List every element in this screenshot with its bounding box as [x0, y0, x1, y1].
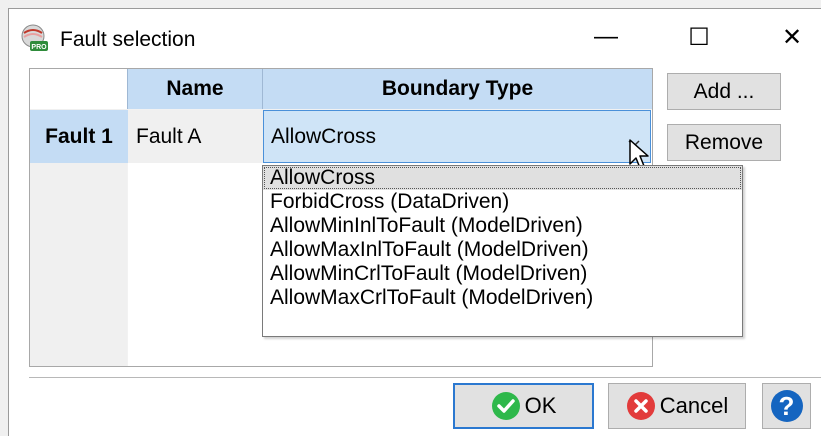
- ok-button[interactable]: OK: [453, 383, 594, 429]
- list-item-allowcross[interactable]: AllowCross: [263, 166, 742, 190]
- column-header-name[interactable]: Name: [128, 69, 263, 109]
- window-border-left: [8, 8, 9, 436]
- close-icon: ✕: [781, 23, 803, 51]
- remove-button[interactable]: Remove: [667, 124, 781, 161]
- row-header-fault-1[interactable]: Fault 1: [30, 110, 128, 163]
- list-item-forbidcross[interactable]: ForbidCross (DataDriven): [263, 190, 742, 214]
- cancel-label: Cancel: [659, 393, 729, 418]
- maximize-icon: ☐: [688, 23, 710, 51]
- help-icon: ?: [770, 389, 804, 423]
- add-button[interactable]: Add ...: [667, 73, 781, 110]
- list-item-allowmaxcrltofault[interactable]: AllowMaxCrlToFault (ModelDriven): [263, 286, 742, 310]
- list-item-allowmaxinltofault[interactable]: AllowMaxInlToFault (ModelDriven): [263, 238, 742, 262]
- boundary-type-value: AllowCross: [271, 124, 377, 148]
- bottom-divider: [29, 377, 821, 378]
- help-label: ?: [778, 391, 795, 421]
- boundary-type-dropdown-list[interactable]: AllowCross ForbidCross (DataDriven) Allo…: [262, 165, 743, 337]
- list-item-allowmincrltofault[interactable]: AllowMinCrlToFault (ModelDriven): [263, 262, 742, 286]
- pro-app-icon: PRO: [19, 24, 49, 52]
- ok-label: OK: [524, 393, 557, 418]
- svg-text:PRO: PRO: [31, 44, 47, 51]
- cancel-x-icon: [626, 391, 656, 421]
- help-button[interactable]: ?: [762, 383, 811, 429]
- list-item-allowmininltofault[interactable]: AllowMinInlToFault (ModelDriven): [263, 214, 742, 238]
- minimize-icon: —: [594, 23, 618, 50]
- column-header-boundary-type[interactable]: Boundary Type: [263, 69, 652, 109]
- minimize-button[interactable]: —: [583, 18, 629, 56]
- grid-corner-cell: [30, 69, 128, 109]
- cell-fault-name[interactable]: Fault A: [128, 110, 263, 163]
- cancel-button[interactable]: Cancel: [608, 383, 746, 429]
- maximize-button[interactable]: ☐: [676, 18, 722, 56]
- close-button[interactable]: ✕: [769, 18, 815, 56]
- window-title: Fault selection: [60, 28, 196, 51]
- check-icon: [491, 391, 521, 421]
